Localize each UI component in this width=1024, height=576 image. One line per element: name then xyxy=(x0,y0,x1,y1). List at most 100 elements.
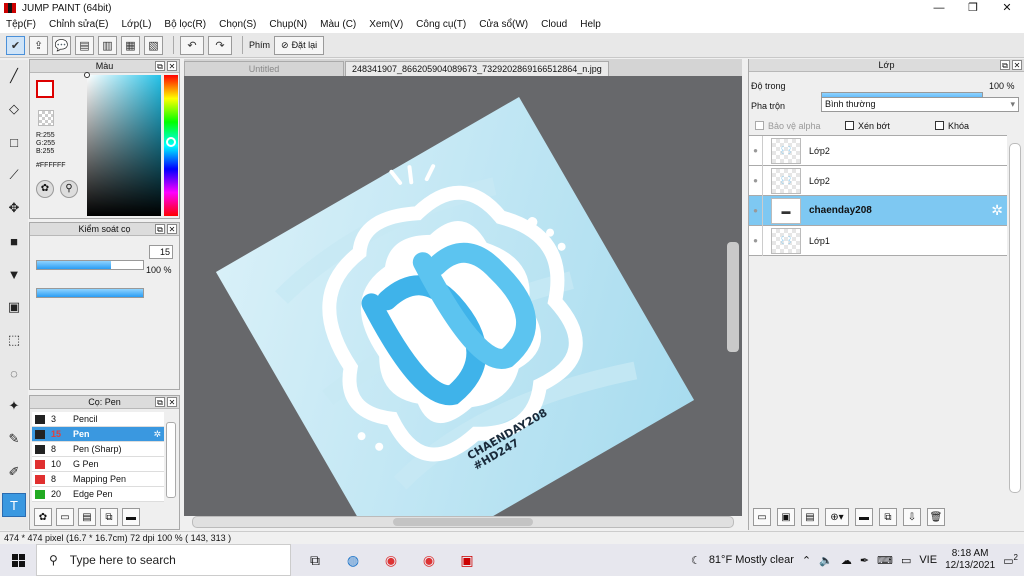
line-tool-icon[interactable]: ⟋ xyxy=(2,163,26,187)
layer-visibility-icon[interactable]: ● xyxy=(749,195,763,226)
brush-item[interactable]: 8 Mapping Pen xyxy=(32,472,164,487)
menu-item[interactable]: Tệp(F) xyxy=(6,19,36,30)
panel-close-icon[interactable]: ✕ xyxy=(167,61,177,71)
onedrive-icon[interactable]: ☁ xyxy=(841,554,852,567)
document-icon[interactable]: ▥ xyxy=(98,35,117,55)
eraser-tool-icon[interactable]: ◇ xyxy=(2,97,26,121)
foreground-color-swatch[interactable] xyxy=(36,80,54,98)
jump-paint-icon[interactable]: ▣ xyxy=(453,546,481,574)
horizontal-scrollbar[interactable] xyxy=(192,516,734,528)
layer-row[interactable]: ● ꒰꒱ Lớp1 xyxy=(749,225,1007,256)
transparent-color-icon[interactable] xyxy=(38,110,54,126)
gradient-tool-icon[interactable]: ▣ xyxy=(2,295,26,319)
tab-image-file[interactable]: 248341907_866205904089673_73292028691665… xyxy=(345,61,609,76)
clipping-checkbox[interactable]: Xén bớt xyxy=(845,121,890,131)
menu-item[interactable]: Xem(V) xyxy=(369,19,403,30)
brush-item[interactable]: 10 G Pen xyxy=(32,457,164,472)
copy-brush-icon[interactable]: ⧉ xyxy=(100,508,118,526)
show-hidden-icons[interactable]: ⌃ xyxy=(802,554,811,567)
hue-cursor[interactable] xyxy=(166,137,176,147)
brush-list-scrollbar[interactable] xyxy=(166,422,176,498)
taskbar-search[interactable]: ⚲ Type here to search xyxy=(36,544,291,576)
clock[interactable]: 8:18 AM 12/13/2021 xyxy=(945,548,995,572)
brush-item[interactable]: 20 Edge Pen xyxy=(32,487,164,502)
close-button[interactable]: ✕ xyxy=(990,0,1024,16)
new-brush-icon[interactable]: ▭ xyxy=(56,508,74,526)
brush-tool-icon[interactable]: ╱ xyxy=(2,64,26,88)
duplicate-layer-icon[interactable]: ⧉ xyxy=(879,508,897,526)
layer-settings-gear-icon[interactable]: ✲ xyxy=(991,202,1003,219)
magic-wand-tool-icon[interactable]: ✦ xyxy=(2,394,26,418)
layer-visibility-icon[interactable]: ● xyxy=(749,225,763,256)
rect-select-tool-icon[interactable]: ⬚ xyxy=(2,328,26,352)
panel-close-icon[interactable]: ✕ xyxy=(167,397,177,407)
add-layer-menu-icon[interactable]: ⊕▾ xyxy=(825,508,849,526)
panel-float-icon[interactable]: ⧉ xyxy=(155,61,165,71)
layer-list-scrollbar[interactable] xyxy=(1009,143,1021,493)
menu-item[interactable]: Chụp(N) xyxy=(269,19,307,30)
page-icon[interactable]: ▦ xyxy=(121,35,140,55)
vertical-scrollbar[interactable] xyxy=(727,242,739,352)
menu-item[interactable]: Lớp(L) xyxy=(122,19,152,30)
brush-size-value[interactable]: 15 xyxy=(149,245,173,259)
blend-mode-select[interactable]: Bình thường ▾ xyxy=(821,97,1019,112)
protect-alpha-checkbox[interactable]: Bảo vệ alpha xyxy=(755,121,821,131)
panel-float-icon[interactable]: ⧉ xyxy=(155,397,165,407)
layer-visibility-icon[interactable]: ● xyxy=(749,135,763,166)
saturation-value-picker[interactable] xyxy=(84,72,161,216)
brush-folder-icon[interactable]: ▬ xyxy=(122,508,140,526)
start-button[interactable] xyxy=(0,544,36,576)
select-mode-icon[interactable]: ✔ xyxy=(6,35,25,55)
menu-item[interactable]: Bộ lọc(R) xyxy=(164,19,206,30)
edge-icon[interactable]: ◍ xyxy=(339,546,367,574)
select-pen-tool-icon[interactable]: ✎ xyxy=(2,427,26,451)
eyedropper-icon[interactable]: ⚲ xyxy=(60,180,78,198)
chrome-icon[interactable]: ◉ xyxy=(377,546,405,574)
brush-settings-icon[interactable]: ✿ xyxy=(34,508,52,526)
panel-close-icon[interactable]: ✕ xyxy=(167,224,177,234)
display-icon[interactable]: ▭ xyxy=(901,554,911,567)
export-icon[interactable]: ⇪ xyxy=(29,35,48,55)
minimize-button[interactable]: — xyxy=(922,0,956,16)
weather-text[interactable]: 81°F Mostly clear xyxy=(709,554,794,566)
menu-item[interactable]: Công cụ(T) xyxy=(416,19,466,30)
menu-item[interactable]: Chỉnh sửa(E) xyxy=(49,19,109,30)
move-tool-icon[interactable]: ✥ xyxy=(2,196,26,220)
undo-icon[interactable]: ↶ xyxy=(180,35,204,55)
task-view-icon[interactable]: ⧉ xyxy=(301,546,329,574)
tab-untitled[interactable]: Untitled xyxy=(184,61,344,76)
artwork[interactable]: ★ ★ CHAENDAY208 #HD247 xyxy=(184,76,742,516)
new-halftone-layer-icon[interactable]: ▤ xyxy=(801,508,819,526)
maximize-button[interactable]: ❐ xyxy=(956,0,990,16)
palette-icon[interactable]: ✿ xyxy=(36,180,54,198)
brush-size-slider[interactable] xyxy=(36,260,144,270)
new-raster-layer-icon[interactable]: ▣ xyxy=(777,508,795,526)
sv-cursor[interactable] xyxy=(84,72,90,78)
pen-icon[interactable]: ✒ xyxy=(860,554,869,567)
language-indicator[interactable]: VIE xyxy=(919,554,937,566)
menu-item[interactable]: Màu (C) xyxy=(320,19,356,30)
brush-item[interactable]: 3 Pencil xyxy=(32,412,164,427)
panel-float-icon[interactable]: ⧉ xyxy=(1000,60,1010,70)
panel-float-icon[interactable]: ⧉ xyxy=(155,224,165,234)
menu-item[interactable]: Cửa sổ(W) xyxy=(479,19,528,30)
chrome-profile-icon[interactable]: ◉ xyxy=(415,546,443,574)
volume-icon[interactable]: 🔈 xyxy=(819,554,833,567)
menu-item[interactable]: Help xyxy=(580,19,601,30)
panel-close-icon[interactable]: ✕ xyxy=(1012,60,1022,70)
grid-settings-icon[interactable]: ▧ xyxy=(144,35,163,55)
menu-item[interactable]: Chọn(S) xyxy=(219,19,256,30)
message-icon[interactable]: ▤ xyxy=(75,35,94,55)
new-layer-icon[interactable]: ▭ xyxy=(753,508,771,526)
layer-row[interactable]: ● ▬ chaenday208 ✲ xyxy=(749,195,1007,226)
layer-row[interactable]: ● ꒰꒱ Lớp2 xyxy=(749,135,1007,166)
notifications-icon[interactable]: ▭2 xyxy=(1003,553,1018,568)
hue-slider[interactable] xyxy=(164,75,178,216)
horizontal-scroll-thumb[interactable] xyxy=(393,518,533,526)
layer-row[interactable]: ● ꒰꒱ Lớp2 xyxy=(749,165,1007,196)
comment-icon[interactable]: 💬 xyxy=(52,35,71,55)
brush-opacity-slider[interactable] xyxy=(36,288,144,298)
brush-item[interactable]: 15 Pen ✲ xyxy=(32,427,164,442)
lasso-tool-icon[interactable]: ◌ xyxy=(2,361,26,385)
canvas-area[interactable]: ★ ★ CHAENDAY208 #HD247 xyxy=(184,76,742,516)
